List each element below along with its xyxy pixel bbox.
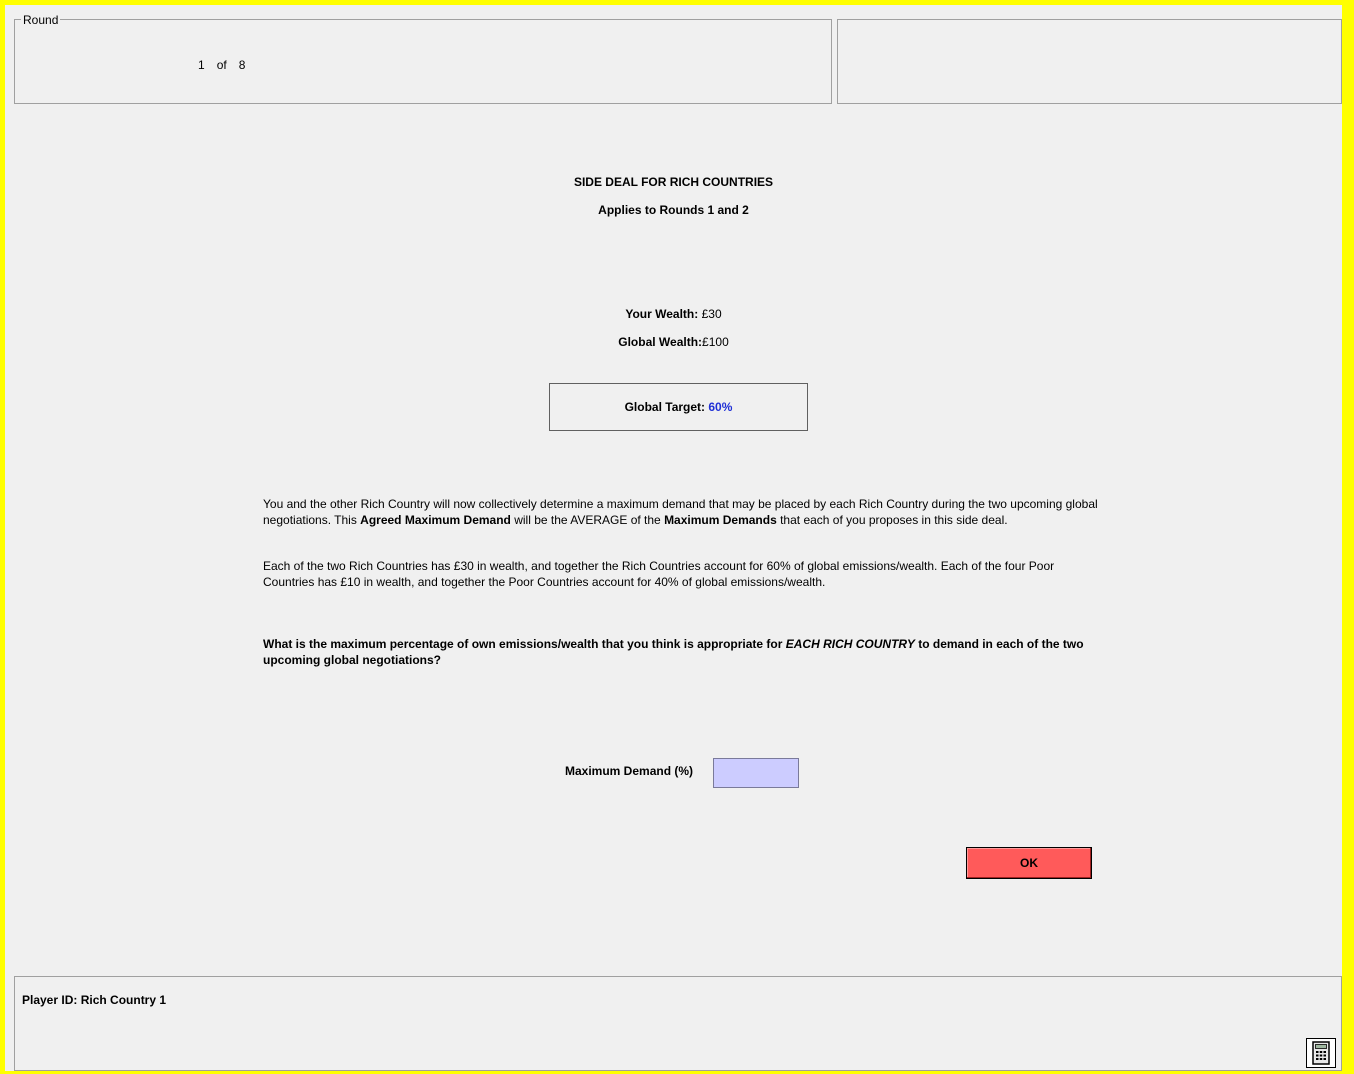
round-of-label: of bbox=[216, 58, 227, 72]
question-text: What is the maximum percentage of own em… bbox=[263, 636, 1103, 668]
your-wealth-value: £30 bbox=[701, 307, 722, 321]
your-wealth-label: Your Wealth: bbox=[625, 307, 699, 321]
calculator-button[interactable] bbox=[1306, 1038, 1336, 1068]
para1-bold-2: Maximum Demands bbox=[664, 513, 777, 527]
global-target-value: 60% bbox=[708, 400, 733, 414]
global-wealth: Global Wealth:£100 bbox=[5, 335, 1342, 349]
global-target-box: Global Target: 60% bbox=[549, 383, 808, 431]
page-title: SIDE DEAL FOR RICH COUNTRIES bbox=[573, 175, 774, 189]
question-emphasis: EACH RICH COUNTRY bbox=[785, 637, 915, 651]
round-counter: 1 of 8 bbox=[198, 58, 257, 72]
player-id: Player ID: Rich Country 1 bbox=[22, 993, 167, 1007]
ok-button[interactable]: OK bbox=[966, 847, 1092, 879]
app-window: Round 1 of 8 SIDE DEAL FOR RICH COUNTRIES … bbox=[5, 5, 1342, 1071]
round-legend: Round bbox=[21, 13, 61, 27]
global-wealth-label: Global Wealth: bbox=[618, 335, 703, 349]
para1-text-2: will be the AVERAGE of the bbox=[510, 513, 665, 527]
para1-text-3: that each of you proposes in this side d… bbox=[776, 513, 1008, 527]
page-subtitle: Applies to Rounds 1 and 2 bbox=[598, 203, 749, 217]
your-wealth: Your Wealth: £30 bbox=[5, 307, 1342, 321]
maximum-demand-input[interactable] bbox=[713, 758, 799, 788]
maximum-demand-label: Maximum Demand (%) bbox=[565, 764, 694, 778]
question-text-1: What is the maximum percentage of own em… bbox=[263, 637, 786, 651]
instructions-paragraph-1: You and the other Rich Country will now … bbox=[263, 496, 1103, 528]
instructions-paragraph-2: Each of the two Rich Countries has £30 i… bbox=[263, 559, 1055, 589]
info-panel bbox=[837, 19, 1342, 104]
para1-bold-1: Agreed Maximum Demand bbox=[360, 513, 511, 527]
global-target-label: Global Target: bbox=[624, 400, 706, 414]
calculator-icon bbox=[1312, 1041, 1330, 1065]
round-total: 8 bbox=[238, 58, 246, 72]
round-panel: Round 1 of 8 bbox=[14, 13, 832, 104]
global-wealth-value: £100 bbox=[702, 335, 729, 349]
footer-panel: Player ID: Rich Country 1 bbox=[14, 976, 1342, 1071]
round-current: 1 bbox=[198, 58, 205, 72]
